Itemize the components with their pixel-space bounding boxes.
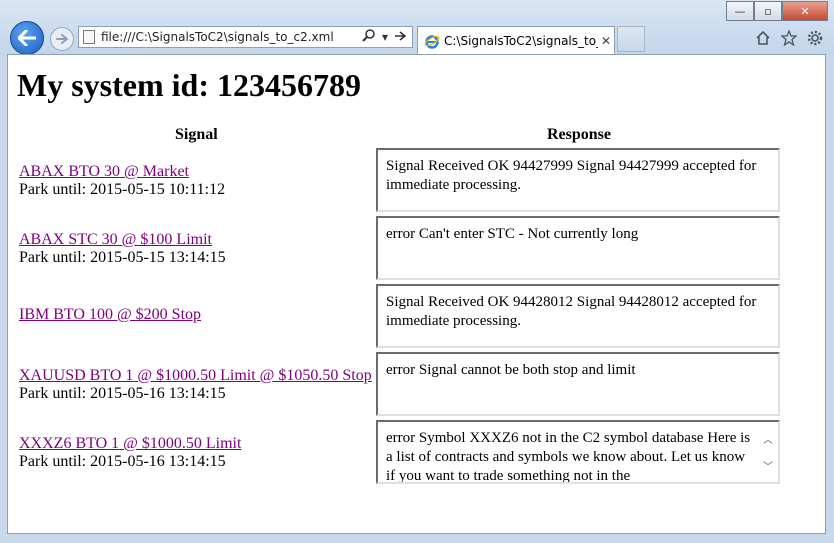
window-frame-bottom <box>0 534 834 543</box>
address-bar[interactable]: file:///C:\SignalsToC2\signals_to_c2.xml… <box>78 26 413 48</box>
maximize-button[interactable]: ▫ <box>754 1 782 21</box>
signal-cell: XAUUSD BTO 1 @ $1000.50 Limit @ $1050.50… <box>19 367 372 403</box>
signal-link[interactable]: IBM BTO 100 @ $200 Stop <box>19 306 201 323</box>
back-button[interactable] <box>10 21 44 55</box>
signal-link[interactable]: XXXZ6 BTO 1 @ $1000.50 Limit <box>19 435 241 452</box>
new-tab-button[interactable] <box>617 26 645 52</box>
column-header-response: Response <box>547 126 612 143</box>
address-url[interactable]: file:///C:\SignalsToC2\signals_to_c2.xml <box>101 30 362 44</box>
minimize-button[interactable]: — <box>726 1 754 21</box>
gear-icon[interactable] <box>806 29 824 47</box>
park-until-text: Park until: 2015-05-15 10:11:12 <box>19 181 226 198</box>
signal-cell: IBM BTO 100 @ $200 Stop <box>19 306 201 324</box>
scroll-down-icon[interactable]: ﹀ <box>759 458 777 477</box>
tab-active[interactable]: C:\SignalsToC2\signals_to_... ✕ <box>417 26 615 54</box>
response-textarea[interactable]: Signal Received OK 94428012 Signal 94428… <box>376 284 780 348</box>
dropdown-arrow-icon[interactable]: ▾ <box>382 30 388 44</box>
signal-cell: XXXZ6 BTO 1 @ $1000.50 Limit Park until:… <box>19 435 241 471</box>
page-content: My system id: 123456789 Signal Response … <box>7 54 826 534</box>
forward-button[interactable] <box>50 27 74 51</box>
go-arrow-icon[interactable] <box>394 30 407 44</box>
scrollbar[interactable]: ︿ ﹀ <box>759 423 777 482</box>
column-header-signal: Signal <box>175 126 218 143</box>
toolbar-icons <box>754 29 824 47</box>
park-until-text: Park until: 2015-05-16 13:14:15 <box>19 453 226 470</box>
browser-chrome: — ▫ ✕ file:///C:\SignalsToC2\signals_to_… <box>0 0 834 55</box>
arrow-right-icon <box>56 34 68 44</box>
window-controls: — ▫ ✕ <box>726 1 828 21</box>
park-until-text: Park until: 2015-05-15 13:14:15 <box>19 249 226 266</box>
tab-close-icon[interactable]: ✕ <box>598 34 614 48</box>
park-until-text: Park until: 2015-05-16 13:14:15 <box>19 385 226 402</box>
response-text: error Symbol XXXZ6 not in the C2 symbol … <box>386 430 751 484</box>
signal-link[interactable]: XAUUSD BTO 1 @ $1000.50 Limit @ $1050.50… <box>19 367 372 384</box>
page-title: My system id: 123456789 <box>17 67 361 103</box>
search-icon[interactable] <box>362 28 376 46</box>
signal-link[interactable]: ABAX BTO 30 @ Market <box>19 163 189 180</box>
arrow-left-icon <box>18 30 36 46</box>
response-textarea[interactable]: error Symbol XXXZ6 not in the C2 symbol … <box>376 420 780 484</box>
signal-cell: ABAX STC 30 @ $100 Limit Park until: 201… <box>19 231 226 267</box>
scroll-up-icon[interactable]: ︿ <box>759 431 777 450</box>
page-icon <box>83 30 95 44</box>
response-textarea[interactable]: error Signal cannot be both stop and lim… <box>376 352 780 416</box>
ie-icon <box>424 34 440 49</box>
favorites-star-icon[interactable] <box>780 29 798 47</box>
signal-link[interactable]: ABAX STC 30 @ $100 Limit <box>19 231 212 248</box>
response-textarea[interactable]: error Can't enter STC - Not currently lo… <box>376 216 780 280</box>
home-icon[interactable] <box>754 29 772 47</box>
response-textarea[interactable]: Signal Received OK 94427999 Signal 94427… <box>376 148 780 212</box>
signal-cell: ABAX BTO 30 @ Market Park until: 2015-05… <box>19 163 225 199</box>
close-button[interactable]: ✕ <box>782 1 828 21</box>
tab-title: C:\SignalsToC2\signals_to_... <box>444 33 598 48</box>
